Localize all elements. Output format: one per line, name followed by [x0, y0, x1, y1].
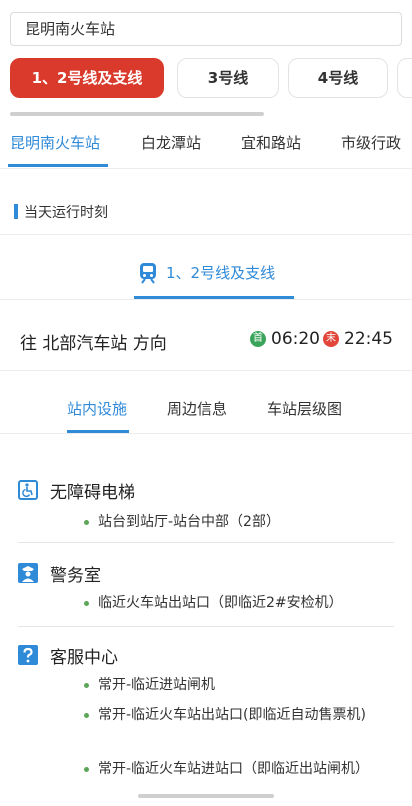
station-tab-shiji[interactable]: 市级行政: [341, 132, 401, 153]
bullet-dot: [84, 601, 89, 606]
facility-name: 警务室: [50, 566, 101, 586]
facility-name: 无障碍电梯: [50, 483, 135, 503]
station-tabs: 昆明南火车站 白龙潭站 宜和路站 市级行政: [0, 118, 412, 169]
bullet-dot: [84, 520, 89, 525]
divider: [18, 626, 394, 627]
facility-item: 站台到站厅-站台中部（2部）: [84, 510, 384, 534]
tab-station-facilities[interactable]: 站内设施: [67, 398, 127, 419]
search-input[interactable]: 昆明南火车站: [10, 12, 402, 46]
station-tab-yihelu[interactable]: 宜和路站: [241, 132, 301, 153]
bullet-dot: [84, 713, 89, 718]
facility-tabs: 站内设施 周边信息 车站层级图: [0, 396, 412, 436]
first-train-time: 06:20: [271, 329, 320, 349]
facility-item-text: 常开-临近火车站出站口(即临近自动售票机): [98, 707, 366, 723]
police-icon: [18, 563, 38, 587]
facility-item: 常开-临近火车站出站口(即临近自动售票机): [84, 703, 384, 727]
tab-nearby-info[interactable]: 周边信息: [167, 398, 227, 419]
last-train-badge: 末: [323, 331, 339, 347]
line-tab-4[interactable]: 4号线: [288, 58, 388, 98]
bullet-dot: [84, 767, 89, 772]
facility-item: 临近火车站出站口（即临近2#安检机）: [84, 591, 384, 615]
bullet-dot: [84, 683, 89, 688]
line-tab-3[interactable]: 3号线: [177, 58, 279, 98]
station-tab-kunming-south[interactable]: 昆明南火车站: [10, 132, 100, 153]
facility-item: 常开-临近火车站进站口（即临近出站闸机）: [84, 757, 384, 781]
facility-item-text: 站台到站厅-站台中部（2部）: [98, 514, 280, 530]
divider: [0, 370, 412, 371]
station-tab-indicator: [8, 164, 108, 167]
horizontal-scrollbar[interactable]: [10, 112, 264, 116]
facility-item-text: 常开-临近进站闸机: [98, 677, 216, 693]
line-tabs: 1、2号线及支线 3号线 4号线: [0, 58, 412, 102]
first-train-badge: 首: [250, 331, 266, 347]
divider: [0, 234, 412, 235]
divider: [0, 433, 412, 434]
facility-item-text: 临近火车站出站口（即临近2#安检机）: [98, 595, 343, 611]
metro-train-icon: [138, 262, 158, 288]
tab-station-level-map[interactable]: 车站层级图: [267, 398, 342, 419]
station-tab-bailongtan[interactable]: 白龙潭站: [141, 132, 201, 153]
facility-item: 常开-临近进站闸机: [84, 673, 384, 697]
facility-name: 客服中心: [50, 648, 118, 668]
divider: [0, 299, 412, 300]
current-line-label: 1、2号线及支线: [166, 264, 276, 282]
divider: [18, 542, 394, 543]
accessible-elevator-icon: [18, 480, 38, 504]
home-indicator[interactable]: [138, 794, 274, 798]
direction-text: 往 北部汽车站 方向: [20, 334, 167, 354]
section-title: 当天运行时刻: [14, 202, 108, 222]
help-icon: [18, 645, 38, 669]
line-label-tab[interactable]: 1、2号线及支线: [134, 258, 294, 298]
last-train-time: 22:45: [344, 329, 393, 349]
line-tab-1-2[interactable]: 1、2号线及支线: [10, 58, 164, 98]
facility-item-text: 常开-临近火车站进站口（即临近出站闸机）: [98, 761, 370, 777]
line-tab-more[interactable]: [397, 58, 412, 98]
